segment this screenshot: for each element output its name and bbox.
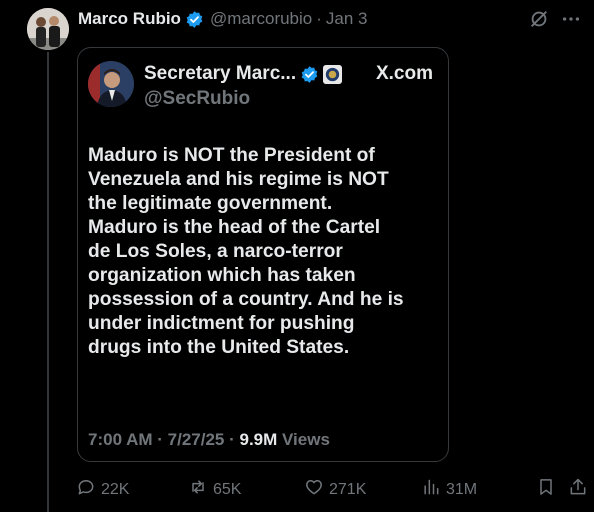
text-line: possession of a country. And he is bbox=[88, 289, 404, 310]
views-count: 31M bbox=[446, 480, 478, 498]
text-line: organization which has taken bbox=[88, 265, 356, 286]
quoted-avatar[interactable] bbox=[88, 61, 134, 107]
repost-count: 65K bbox=[213, 480, 242, 498]
views-button[interactable]: 31M bbox=[421, 477, 477, 502]
bookmark-icon bbox=[536, 477, 556, 502]
quoted-timestamp: 7:00 AM · 7/27/25 · bbox=[88, 430, 240, 449]
verified-icon bbox=[300, 65, 319, 84]
text-line: the legitimate government. bbox=[88, 193, 333, 214]
share-button[interactable] bbox=[568, 477, 588, 502]
quoted-views-count: 9.9M bbox=[239, 430, 278, 449]
quoted-name[interactable]: Secretary Marc... bbox=[144, 63, 296, 85]
reply-icon bbox=[76, 477, 96, 502]
verified-icon bbox=[185, 10, 204, 29]
like-button[interactable]: 271K bbox=[304, 477, 366, 502]
dot-separator: · bbox=[316, 9, 322, 28]
text-line: drugs into the United States. bbox=[88, 337, 350, 358]
more-icon[interactable] bbox=[560, 8, 582, 35]
state-dept-seal-icon bbox=[323, 64, 343, 84]
grok-icon[interactable] bbox=[528, 8, 550, 35]
text-line: Maduro is the head of the Cartel bbox=[88, 217, 381, 238]
reply-button[interactable]: 22K bbox=[76, 477, 129, 502]
quoted-card[interactable]: Secretary Marc... @SecRubio X.com Maduro… bbox=[77, 47, 449, 462]
like-count: 271K bbox=[329, 480, 367, 498]
like-icon bbox=[304, 477, 324, 502]
reply-count: 22K bbox=[101, 480, 130, 498]
quoted-views-label: Views bbox=[277, 430, 330, 449]
top-icons bbox=[528, 8, 582, 35]
quoted-handle[interactable]: @SecRubio bbox=[144, 88, 250, 110]
source-label: X.com bbox=[375, 63, 433, 84]
author-name[interactable]: Marco Rubio bbox=[78, 9, 181, 29]
quoted-meta: 7:00 AM · 7/27/25 · 9.9M Views bbox=[88, 430, 330, 450]
author-handle[interactable]: @marcorubio bbox=[210, 9, 312, 29]
post-date[interactable]: Jan 3 bbox=[326, 9, 368, 29]
repost-icon bbox=[188, 477, 208, 502]
text-line: under indictment for pushing bbox=[88, 313, 355, 334]
avatar[interactable] bbox=[27, 8, 69, 50]
quoted-name-row: Secretary Marc... bbox=[144, 63, 343, 85]
text-line: Maduro is NOT the President of bbox=[88, 145, 375, 166]
action-bar: 22K 65K 271K 31M bbox=[76, 477, 594, 499]
text-line: Venezuela and his regime is NOT bbox=[88, 169, 389, 190]
text-line: de Los Soles, a narco-terror bbox=[88, 241, 343, 262]
quoted-text: Maduro is NOT the President of Venezuela… bbox=[88, 144, 448, 360]
bookmark-button[interactable] bbox=[536, 477, 556, 502]
views-icon bbox=[421, 477, 441, 502]
share-icon bbox=[568, 477, 588, 502]
repost-button[interactable]: 65K bbox=[188, 477, 241, 502]
tweet-header: Marco Rubio @marcorubio · Jan 3 bbox=[78, 9, 368, 29]
thread-line bbox=[47, 52, 49, 512]
